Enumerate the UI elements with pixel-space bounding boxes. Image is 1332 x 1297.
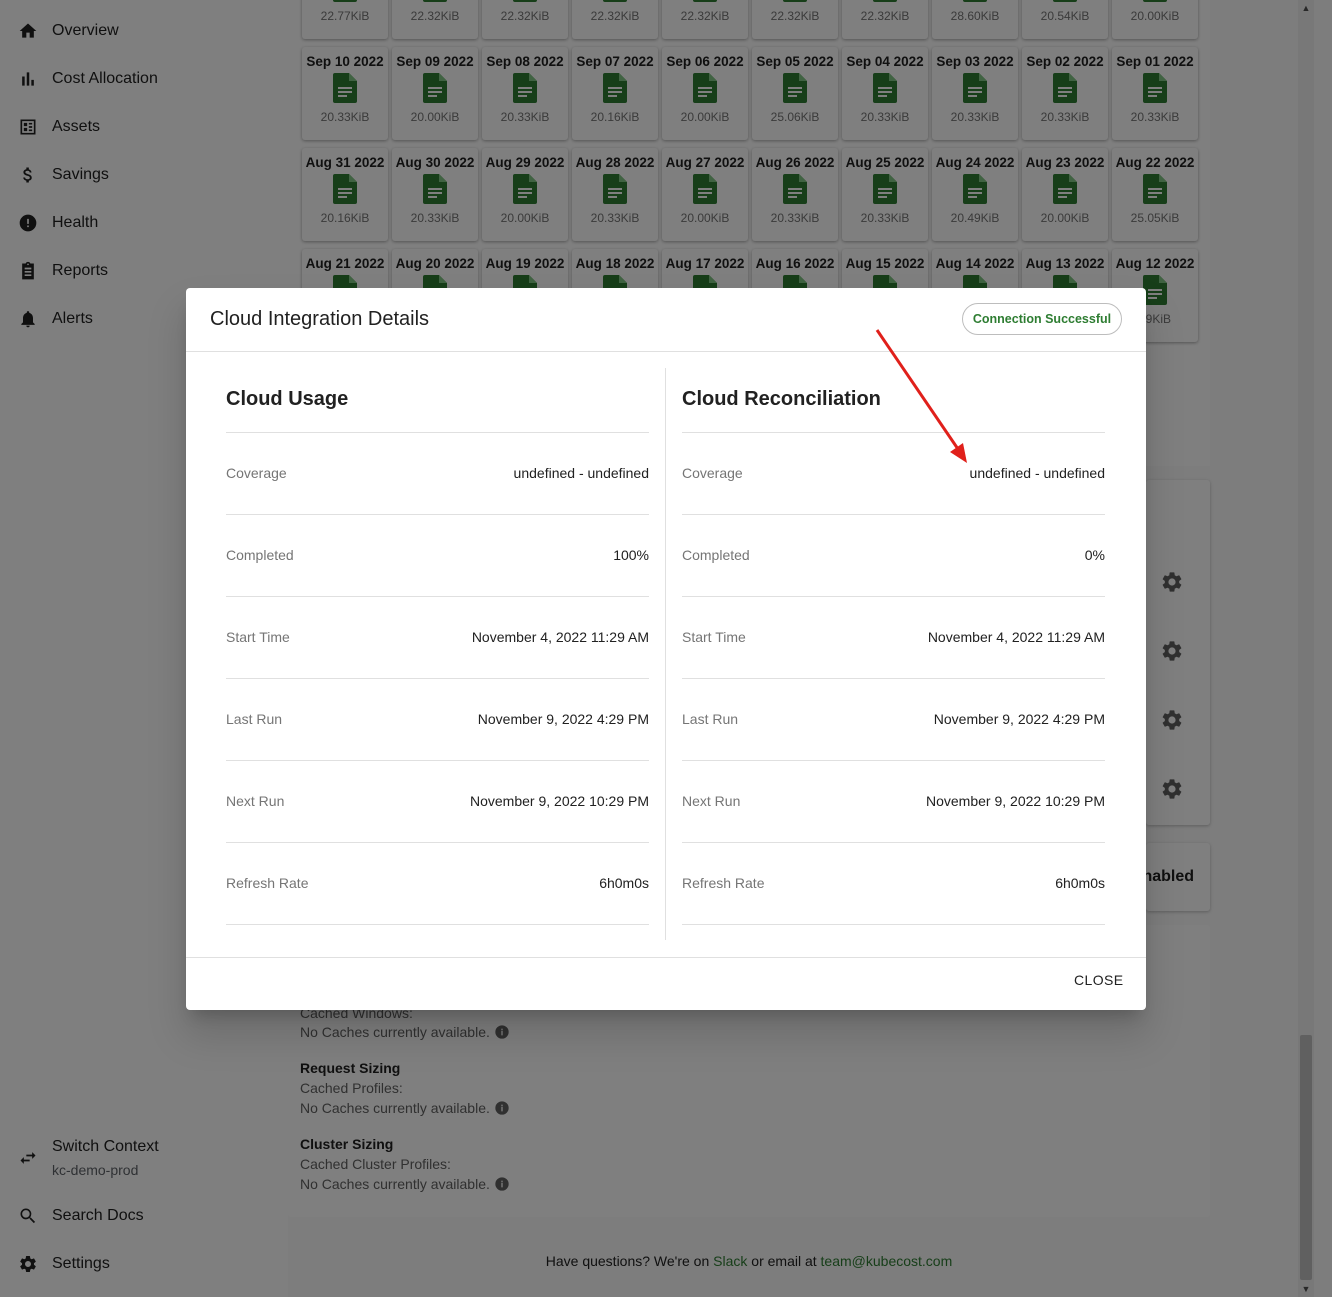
field-label: Completed <box>682 547 750 563</box>
column-divider <box>665 368 666 940</box>
divider <box>682 760 1105 761</box>
field-label: Next Run <box>226 793 285 809</box>
field-value: 6h0m0s <box>599 875 649 891</box>
divider <box>682 596 1105 597</box>
field-value: 6h0m0s <box>1055 875 1105 891</box>
divider <box>226 760 649 761</box>
field-label: Next Run <box>682 793 741 809</box>
field-label: Refresh Rate <box>682 875 765 891</box>
divider <box>682 514 1105 515</box>
field-value: November 4, 2022 11:29 AM <box>927 629 1105 645</box>
divider <box>226 432 649 433</box>
field-label: Coverage <box>226 465 287 481</box>
field-value: undefined - undefined <box>969 465 1105 481</box>
divider <box>682 924 1105 925</box>
divider <box>682 432 1105 433</box>
cloud-reconciliation-panel: Cloud Reconciliation Coverage undefined -… <box>682 368 1105 940</box>
divider <box>682 842 1105 843</box>
dialog-title: Cloud Integration Details <box>210 308 430 330</box>
field-value: November 4, 2022 11:29 AM <box>471 629 649 645</box>
divider <box>226 596 649 597</box>
cloud-reconciliation-title: Cloud Reconciliation <box>682 388 881 410</box>
field-label: Start Time <box>682 629 746 645</box>
field-label: Coverage <box>682 465 743 481</box>
cloud-usage-title: Cloud Usage <box>226 388 349 410</box>
field-value: 100% <box>613 547 649 563</box>
divider <box>226 514 649 515</box>
cloud-integration-dialog: Cloud Integration Details Connection Suc… <box>186 288 1146 1010</box>
field-label: Start Time <box>226 629 290 645</box>
field-value: undefined - undefined <box>513 465 649 481</box>
field-value: November 9, 2022 4:29 PM <box>477 711 649 727</box>
field-label: Last Run <box>226 711 283 727</box>
divider <box>186 351 1146 352</box>
field-label: Completed <box>226 547 294 563</box>
divider <box>186 957 1146 958</box>
field-label: Refresh Rate <box>226 875 309 891</box>
divider <box>682 678 1105 679</box>
status-badge: Connection Successful <box>962 303 1122 335</box>
field-value: November 9, 2022 4:29 PM <box>933 711 1105 727</box>
field-value: November 9, 2022 10:29 PM <box>926 793 1105 809</box>
close-button[interactable]: CLOSE <box>1074 972 1123 988</box>
field-value: 0% <box>1084 547 1105 563</box>
cloud-usage-panel: Cloud Usage Coverage undefined - undefine… <box>226 368 649 940</box>
field-label: Last Run <box>682 711 739 727</box>
divider <box>226 924 649 925</box>
divider <box>226 678 649 679</box>
field-value: November 9, 2022 10:29 PM <box>470 793 649 809</box>
divider <box>226 842 649 843</box>
